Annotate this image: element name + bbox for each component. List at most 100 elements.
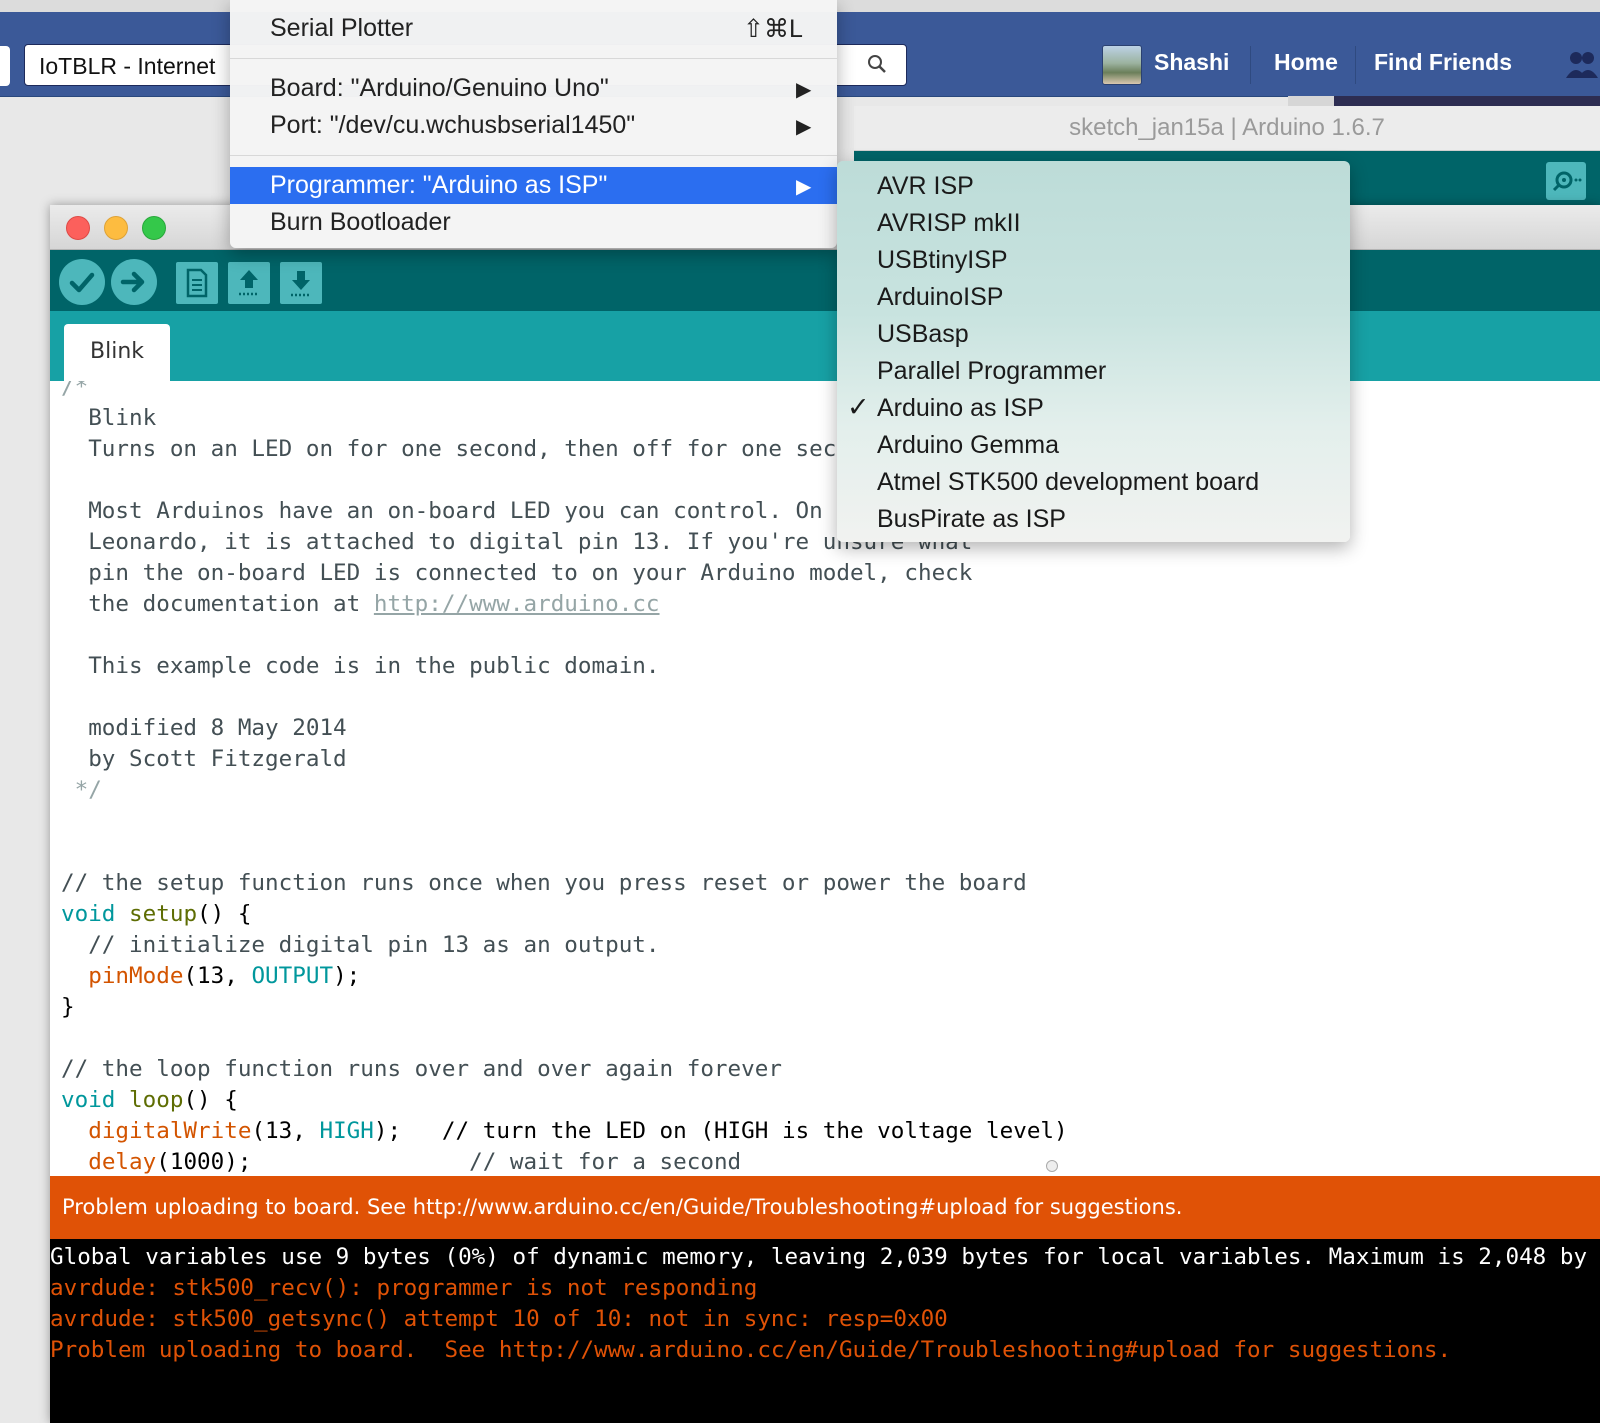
submenu-arrow-icon: ▶	[796, 116, 812, 138]
menu-item-label: Serial Plotter	[270, 14, 414, 42]
keyword: void	[61, 1087, 116, 1113]
code-line: */	[61, 777, 102, 803]
code-line: delay(1000); // wait for a second	[61, 1147, 741, 1178]
menu-item-board[interactable]: Board: "Arduino/Genuino Uno" ▶	[230, 70, 837, 107]
page-strip	[1334, 96, 1600, 106]
upload-icon	[120, 271, 145, 293]
option-label: AVR ISP	[877, 172, 974, 200]
menu-item-label: Programmer: "Arduino as ISP"	[270, 171, 608, 199]
code-line: // the loop function runs over and over …	[61, 1056, 782, 1082]
code-line: This example code is in the public domai…	[61, 653, 660, 679]
open-icon	[239, 270, 259, 296]
programmer-option-arduino-as-isp[interactable]: ✓ Arduino as ISP	[837, 389, 1350, 426]
code-line: pin the on-board LED is connected to on …	[61, 560, 973, 586]
programmer-option-usbtinyisp[interactable]: USBtinyISP	[837, 241, 1350, 278]
close-window-button[interactable]	[66, 216, 90, 240]
console-output[interactable]: Global variables use 9 bytes (0%) of dyn…	[50, 1239, 1600, 1423]
open-sketch-button[interactable]	[228, 262, 270, 304]
profile-link[interactable]: Shashi	[1154, 49, 1229, 76]
console-error-line: avrdude: stk500_getsync() attempt 10 of …	[50, 1306, 948, 1332]
function-name: setup	[129, 901, 198, 927]
code-line: modified 8 May 2014	[61, 715, 347, 741]
menu-item-serial-plotter[interactable]: Serial Plotter ⇧⌘L	[230, 10, 837, 47]
programmer-option-usbasp[interactable]: USBasp	[837, 315, 1350, 352]
code-line: pinMode(13, OUTPUT);	[61, 961, 360, 992]
nav-divider	[1355, 46, 1356, 84]
background-window-title: sketch_jan15a | Arduino 1.6.7	[1069, 114, 1385, 141]
facebook-logo[interactable]	[0, 46, 10, 86]
code-line: void setup() {	[61, 899, 251, 930]
menu-item-burn-bootloader[interactable]: Burn Bootloader	[230, 204, 837, 241]
tab-blink[interactable]: Blink	[64, 324, 170, 381]
search-icon[interactable]	[867, 54, 887, 74]
code-text: the documentation at	[61, 591, 374, 617]
menu-item-programmer[interactable]: Programmer: "Arduino as ISP" ▶	[230, 167, 837, 204]
menu-item-port[interactable]: Port: "/dev/cu.wchusbserial1450" ▶	[230, 107, 837, 144]
option-label: USBtinyISP	[877, 246, 1008, 274]
verify-icon	[69, 272, 95, 293]
sketch-tab-bar: Blink	[50, 311, 1600, 381]
upload-button[interactable]	[111, 259, 157, 305]
nav-divider	[1250, 46, 1251, 84]
submenu-arrow-icon: ▶	[796, 176, 812, 198]
option-label: ArduinoISP	[877, 283, 1004, 311]
console-error-line: avrdude: stk500_recv(): programmer is no…	[50, 1275, 758, 1301]
constant: OUTPUT	[251, 963, 334, 989]
option-label: AVRISP mkII	[877, 209, 1021, 237]
option-label: Arduino Gemma	[877, 431, 1060, 459]
tools-menu: Serial Plotter ⇧⌘L Board: "Arduino/Genui…	[230, 0, 837, 248]
code-line: digitalWrite(13, HIGH); // turn the LED …	[61, 1116, 1068, 1147]
home-link[interactable]: Home	[1274, 49, 1338, 76]
constant: HIGH	[319, 1118, 374, 1144]
code-line: Most Arduinos have an on-board LED you c…	[61, 498, 850, 524]
serial-monitor-button[interactable]	[1546, 162, 1586, 200]
code-text: (1000);	[156, 1149, 252, 1175]
save-sketch-button[interactable]	[280, 262, 322, 304]
code-line: void loop() {	[61, 1085, 238, 1116]
code-line: by Scott Fitzgerald	[61, 746, 347, 772]
new-sketch-button[interactable]	[176, 262, 218, 304]
code-line: /*	[61, 381, 89, 400]
arduino-link[interactable]: http://www.arduino.cc	[374, 591, 660, 617]
horizontal-scroll-thumb[interactable]	[1046, 1160, 1058, 1172]
avatar[interactable]	[1102, 45, 1142, 85]
function-name: delay	[88, 1149, 157, 1175]
programmer-option-avrisp-mkii[interactable]: AVRISP mkII	[837, 204, 1350, 241]
checkmark-icon: ✓	[847, 392, 870, 422]
friends-icon[interactable]	[1564, 48, 1600, 84]
code-line: Leonardo, it is attached to digital pin …	[61, 529, 973, 555]
code-line: the documentation at http://www.arduino.…	[61, 589, 660, 620]
background-window-titlebar[interactable]: sketch_jan15a | Arduino 1.6.7	[854, 106, 1600, 151]
code-text: (13,	[251, 1118, 320, 1144]
console-line: Global variables use 9 bytes (0%) of dyn…	[50, 1244, 1588, 1270]
menu-separator	[230, 58, 837, 59]
zoom-window-button[interactable]	[142, 216, 166, 240]
tab-label: Blink	[90, 339, 145, 364]
programmer-option-stk500[interactable]: Atmel STK500 development board	[837, 463, 1350, 500]
code-line: Blink	[61, 405, 157, 431]
programmer-option-parallel[interactable]: Parallel Programmer	[837, 352, 1350, 389]
minimize-window-button[interactable]	[104, 216, 128, 240]
programmer-option-arduinoisp[interactable]: ArduinoISP	[837, 278, 1350, 315]
programmer-option-buspirate[interactable]: BusPirate as ISP	[837, 500, 1350, 537]
code-text: () {	[183, 1087, 238, 1113]
code-comment: // wait for a second	[251, 1149, 742, 1175]
keyword: void	[61, 901, 116, 927]
find-friends-link[interactable]: Find Friends	[1374, 49, 1512, 76]
code-editor[interactable]: /* Blink Turns on an LED on for one seco…	[50, 381, 1600, 1181]
programmer-submenu: AVR ISP AVRISP mkII USBtinyISP ArduinoIS…	[837, 161, 1350, 542]
option-label: USBasp	[877, 320, 969, 348]
save-icon	[291, 271, 311, 297]
status-bar: Problem uploading to board. See http://w…	[50, 1176, 1600, 1239]
programmer-option-avr-isp[interactable]: AVR ISP	[837, 167, 1350, 204]
serial-monitor-icon	[1552, 171, 1582, 192]
function-name: pinMode	[88, 963, 184, 989]
submenu-arrow-icon: ▶	[796, 79, 812, 101]
programmer-option-arduino-gemma[interactable]: Arduino Gemma	[837, 426, 1350, 463]
console-error-line: Problem uploading to board. See http://w…	[50, 1337, 1452, 1363]
code-text: ); // turn the LED on (HIGH is the volta…	[373, 1118, 1068, 1144]
option-label: Atmel STK500 development board	[877, 468, 1260, 496]
verify-button[interactable]	[59, 259, 105, 305]
option-label: Parallel Programmer	[877, 357, 1107, 385]
code-line: // the setup function runs once when you…	[61, 870, 1027, 896]
